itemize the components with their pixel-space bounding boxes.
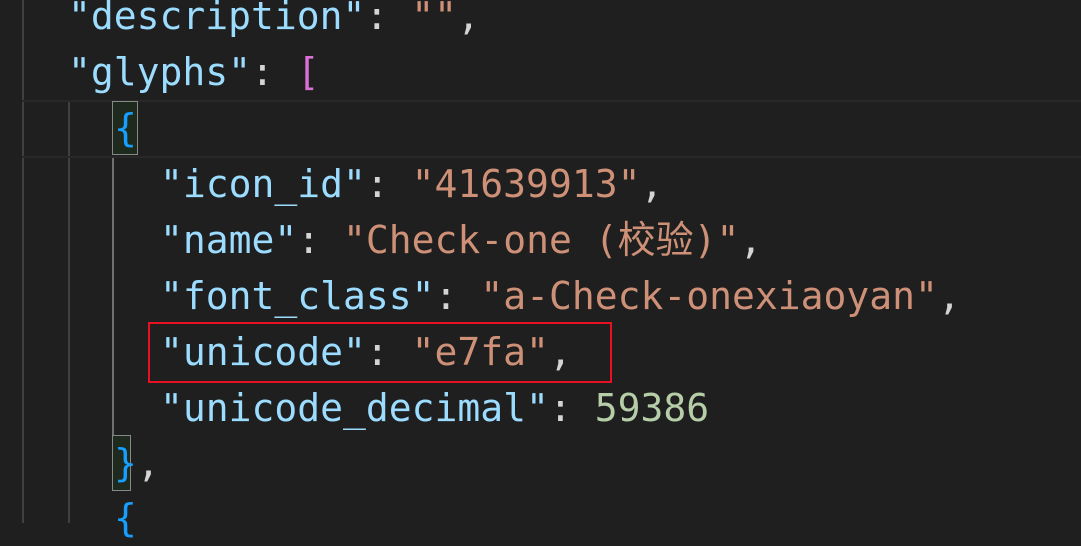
brace: {: [114, 106, 137, 150]
code-line: {: [114, 490, 1081, 546]
code-line: {: [114, 100, 1081, 156]
json-key: "name": [160, 218, 298, 262]
bracket: [: [296, 50, 320, 94]
indent-guide: [68, 100, 70, 523]
json-key: "icon_id": [160, 162, 366, 206]
code-line: "name": "Check-one (校验)",: [160, 212, 1081, 268]
json-string: "Check-one (校验)": [343, 218, 740, 262]
json-key: "glyphs": [68, 50, 252, 94]
separator: :: [548, 386, 595, 430]
json-string: "a-Check-onexiaoyan": [480, 274, 938, 318]
code-line: "glyphs": [: [68, 44, 1081, 100]
separator: :: [297, 218, 344, 262]
json-string: "": [411, 0, 457, 38]
separator: :: [251, 50, 297, 94]
code-line: },: [114, 435, 1081, 491]
json-key: "font_class": [160, 274, 435, 318]
code-line: "font_class": "a-Check-onexiaoyan",: [160, 268, 1081, 324]
brace: }: [114, 441, 137, 485]
indent-guide: [22, 0, 24, 523]
comma: ,: [640, 162, 664, 206]
comma: ,: [136, 441, 160, 485]
comma: ,: [456, 0, 480, 38]
separator: :: [365, 0, 412, 38]
indent-guide: [112, 156, 114, 446]
json-string: "41639913": [411, 162, 641, 206]
separator: :: [365, 162, 412, 206]
code-line: "unicode_decimal": 59386: [160, 380, 1081, 436]
json-key: "description": [68, 0, 366, 38]
brace: {: [114, 496, 137, 540]
json-number: 59386: [594, 386, 710, 430]
highlight-box: [148, 322, 612, 383]
code-line: "icon_id": "41639913",: [160, 156, 1081, 212]
comma: ,: [739, 218, 763, 262]
json-key: "unicode_decimal": [160, 386, 549, 430]
comma: ,: [937, 274, 961, 318]
code-line: "description": "",: [68, 0, 1081, 44]
separator: :: [434, 274, 481, 318]
